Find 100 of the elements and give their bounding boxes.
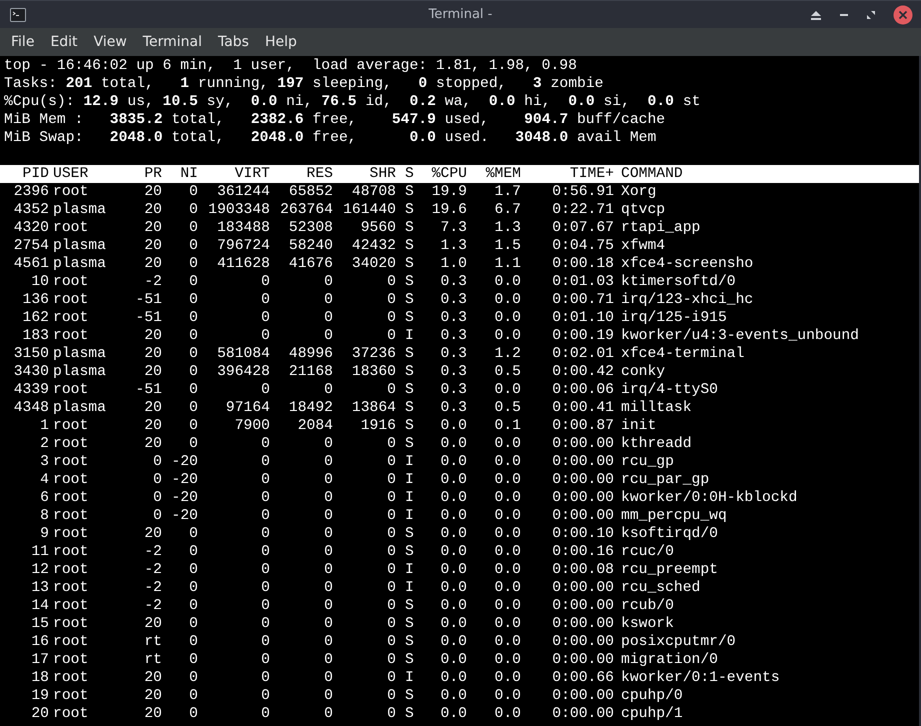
table-cell-text: 0.0 [440, 489, 467, 507]
table-cell-text: 0 [323, 309, 333, 327]
table-cell-text: milltask [620, 399, 693, 417]
table-cell-text: 1903348 [207, 201, 270, 219]
table-cell-text: -2 [143, 579, 162, 597]
table-cell-text: 0.3 [440, 309, 467, 327]
menu-item[interactable]: View [86, 34, 135, 50]
table-cell-text: mm_percpu_wq [620, 507, 728, 525]
table-cell-text: S [404, 219, 414, 237]
table-cell-text: 0:00.00 [551, 651, 614, 669]
table-cell-text: -20 [170, 489, 198, 507]
table-cell-text: 0 [323, 327, 333, 345]
table-cell-text: 1.1 [494, 255, 521, 273]
table-cell-text: kthreadd [620, 435, 693, 453]
table-cell-text: 0:00.18 [551, 255, 614, 273]
table-cell-text: 0 [386, 705, 396, 723]
table-cell-text: 0 [260, 579, 270, 597]
column-header: COMMAND [620, 165, 684, 183]
table-cell-text: 0.0 [440, 669, 467, 687]
table-cell-text: 0.0 [494, 633, 521, 651]
table-cell-text: 20 [143, 417, 162, 435]
summary-line: MiB Mem : 3835.2 total, 2382.6 free, 547.9 used, 904.7 buff/cache [4, 111, 666, 129]
table-cell-text: 0.0 [494, 291, 521, 309]
table-cell-text: 1.2 [494, 345, 521, 363]
table-cell-text: 0 [188, 543, 198, 561]
table-cell-text: 0 [386, 615, 396, 633]
table-cell-text: root [52, 561, 90, 579]
table-cell-text: 20 [143, 525, 162, 543]
table-cell-text: I [404, 579, 414, 597]
table-cell-text: 0 [260, 687, 270, 705]
table-cell-text: 0 [152, 471, 162, 489]
table-cell-text: rtapi_app [620, 219, 702, 237]
table-cell-text: 17 [30, 651, 49, 669]
table-cell-text: rt [143, 633, 162, 651]
table-cell-text: 0.0 [494, 489, 521, 507]
table-cell-text: 0 [260, 543, 270, 561]
table-cell-text: 4339 [12, 381, 49, 399]
table-cell-text: 8 [39, 507, 49, 525]
table-cell-text: 0 [188, 381, 198, 399]
table-cell-text: S [404, 309, 414, 327]
table-cell-text: 136 [22, 291, 49, 309]
table-cell-text: 0.0 [494, 453, 521, 471]
menu-item[interactable]: Terminal [134, 34, 210, 50]
table-cell-text: 0 [386, 651, 396, 669]
table-cell-text: 0 [260, 435, 270, 453]
table-cell-text: 2754 [12, 237, 49, 255]
table-cell-text: S [404, 705, 414, 723]
menu-item[interactable]: Edit [42, 34, 86, 50]
table-cell-text: 0.0 [440, 507, 467, 525]
close-icon[interactable] [893, 4, 913, 24]
table-cell-text: 411628 [216, 255, 270, 273]
table-cell-text: 0 [260, 453, 270, 471]
table-cell-text: I [404, 453, 414, 471]
table-cell-text: 0:00.06 [551, 381, 614, 399]
table-cell-text: -20 [170, 507, 198, 525]
table-cell-text: I [404, 561, 414, 579]
table-cell-text: 0 [386, 381, 396, 399]
table-cell-text: 6.7 [494, 201, 521, 219]
table-cell-text: 16 [30, 633, 49, 651]
table-cell-text: 0 [386, 471, 396, 489]
menu-item[interactable]: File [3, 34, 42, 50]
table-cell-text: 0.0 [440, 561, 467, 579]
table-cell-text: 0 [188, 345, 198, 363]
table-cell-text: 0 [386, 273, 396, 291]
table-cell-text: S [404, 615, 414, 633]
column-header: RES [306, 165, 333, 183]
column-header: TIME+ [568, 165, 614, 183]
table-cell-text: 0:22.71 [551, 201, 614, 219]
table-cell-text: 0.3 [440, 291, 467, 309]
table-cell-text: xfce4-terminal [620, 345, 746, 363]
table-cell-text: 0 [260, 561, 270, 579]
table-cell-text: xfce4-screensho [620, 255, 754, 273]
table-cell-text: plasma [52, 399, 107, 417]
table-cell-text: 0.0 [440, 687, 467, 705]
table-cell-text: 11 [30, 543, 49, 561]
table-cell-text: 0.0 [494, 327, 521, 345]
table-cell-text: 0 [386, 507, 396, 525]
menu-item[interactable]: Tabs [210, 34, 257, 50]
table-cell-text: S [404, 201, 414, 219]
table-cell-text: root [52, 471, 90, 489]
table-cell-text: root [52, 273, 90, 291]
table-cell-text: 0.0 [494, 669, 521, 687]
maximize-icon[interactable] [866, 10, 876, 20]
table-cell-text: 0 [323, 525, 333, 543]
table-cell-text: rcub/0 [620, 597, 675, 615]
table-cell-text: rcu_gp [620, 453, 675, 471]
table-cell-text: 0:00.00 [551, 471, 614, 489]
column-header: S [404, 165, 414, 183]
table-cell-text: 0 [386, 291, 396, 309]
menu-item[interactable]: Help [256, 34, 305, 50]
table-cell-text: I [404, 489, 414, 507]
table-cell-text: ksoftirqd/0 [620, 525, 719, 543]
table-cell-text: I [404, 507, 414, 525]
table-cell-text: 4352 [12, 201, 49, 219]
shade-icon[interactable] [810, 10, 822, 20]
table-cell-text: 0.0 [440, 417, 467, 435]
table-cell-text: 0 [260, 597, 270, 615]
table-cell-text: 1.3 [494, 219, 521, 237]
table-cell-text: 19.6 [430, 201, 467, 219]
table-cell-text: irq/4-ttyS0 [620, 381, 719, 399]
